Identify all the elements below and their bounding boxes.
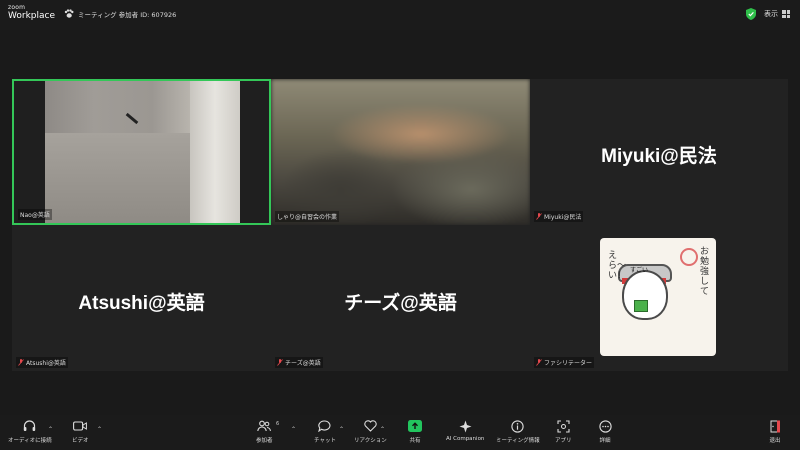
meeting-info-button[interactable]: ミーティング情報 bbox=[496, 419, 540, 444]
participants-options-caret[interactable]: ⌃ bbox=[291, 426, 296, 433]
zoom-logo: zoom Workplace bbox=[8, 5, 55, 21]
participant-display-name: Miyuki@民法 bbox=[601, 146, 717, 167]
apps-button[interactable]: アプリ bbox=[555, 419, 572, 444]
headphones-icon bbox=[23, 419, 37, 433]
meeting-toolbar: オーディオに接続 ⌃ ビデオ ⌃ 参加者 6 ⌃ チャット ⌃ リアクション ⌃… bbox=[0, 415, 800, 450]
sparkle-icon bbox=[458, 419, 472, 433]
share-screen-icon bbox=[408, 419, 422, 433]
participant-name-label: Atsushi@英語 bbox=[16, 357, 68, 368]
participant-display-name: チーズ@英語 bbox=[344, 293, 457, 314]
audio-options-caret[interactable]: ⌃ bbox=[48, 426, 53, 433]
paw-icon bbox=[64, 9, 74, 18]
mic-muted-icon bbox=[18, 359, 24, 366]
shield-icon[interactable] bbox=[746, 8, 756, 20]
info-icon bbox=[511, 419, 525, 433]
more-dots-icon bbox=[598, 419, 612, 433]
sticker-text-right: お勉強して bbox=[700, 247, 710, 297]
leave-door-icon bbox=[768, 419, 782, 433]
more-button[interactable]: 詳細 bbox=[598, 419, 612, 444]
sticker-caption: すごい bbox=[630, 267, 649, 274]
top-bar: zoom Workplace ミーティング 参加者 ID: 607926 表示 bbox=[0, 0, 800, 30]
participant-tile[interactable]: お勉強して えら〜い！ すごい ファシリテーター bbox=[530, 225, 788, 371]
chat-options-caret[interactable]: ⌃ bbox=[339, 426, 344, 433]
meeting-info[interactable]: ミーティング 参加者 ID: 607926 bbox=[64, 9, 176, 19]
grid-icon bbox=[782, 10, 790, 18]
mic-muted-icon bbox=[277, 359, 283, 366]
mic-muted-icon bbox=[536, 359, 542, 366]
video-options-caret[interactable]: ⌃ bbox=[97, 426, 102, 433]
participant-name-label: Nao@英語 bbox=[18, 209, 52, 220]
heart-icon bbox=[363, 419, 377, 433]
video-camera-icon bbox=[73, 419, 88, 433]
ai-companion-button[interactable]: AI Companion bbox=[446, 419, 484, 442]
participant-video bbox=[45, 81, 240, 223]
profile-picture: お勉強して えら〜い！ すごい bbox=[600, 238, 716, 356]
participants-count: 6 bbox=[276, 421, 280, 427]
share-button[interactable]: 共有 bbox=[408, 419, 422, 444]
leave-button[interactable]: 退出 bbox=[768, 419, 782, 444]
participant-video bbox=[271, 79, 530, 225]
audio-button[interactable]: オーディオに接続 bbox=[8, 419, 52, 444]
participant-tile[interactable]: Miyuki@民法 Miyuki@民法 bbox=[530, 79, 788, 225]
participant-tile[interactable]: チーズ@英語 チーズ@英語 bbox=[271, 225, 530, 371]
view-label: 表示 bbox=[764, 10, 778, 18]
reactions-options-caret[interactable]: ⌃ bbox=[380, 426, 385, 433]
mic-muted-icon bbox=[536, 213, 542, 220]
view-button[interactable]: 表示 bbox=[764, 9, 790, 19]
chat-button[interactable]: チャット bbox=[314, 419, 336, 444]
participant-name-label: しゃり@自習会の作業 bbox=[275, 211, 340, 222]
participant-tile[interactable]: Atsushi@英語 Atsushi@英語 bbox=[12, 225, 271, 371]
participant-name-label: ファシリテーター bbox=[534, 357, 595, 368]
meeting-id-label: ミーティング 参加者 ID: 607926 bbox=[78, 11, 177, 19]
participant-tile[interactable]: しゃり@自習会の作業 bbox=[271, 79, 530, 225]
apps-icon bbox=[556, 419, 570, 433]
chat-bubble-icon bbox=[318, 419, 332, 433]
participant-tile[interactable]: Nao@英語 bbox=[12, 79, 271, 225]
participants-button[interactable]: 参加者 bbox=[256, 419, 273, 444]
brand-bottom: Workplace bbox=[8, 11, 56, 21]
participant-display-name: Atsushi@英語 bbox=[78, 293, 205, 314]
people-icon bbox=[257, 419, 272, 433]
participant-name-label: チーズ@英語 bbox=[275, 357, 323, 368]
sticker-text-left: えら〜い！ bbox=[608, 251, 627, 281]
video-gallery: Nao@英語 しゃり@自習会の作業 Miyuki@民法 Miyuki@民法 At… bbox=[12, 79, 788, 371]
participant-name-label: Miyuki@民法 bbox=[534, 211, 584, 222]
video-button[interactable]: ビデオ bbox=[72, 419, 89, 444]
